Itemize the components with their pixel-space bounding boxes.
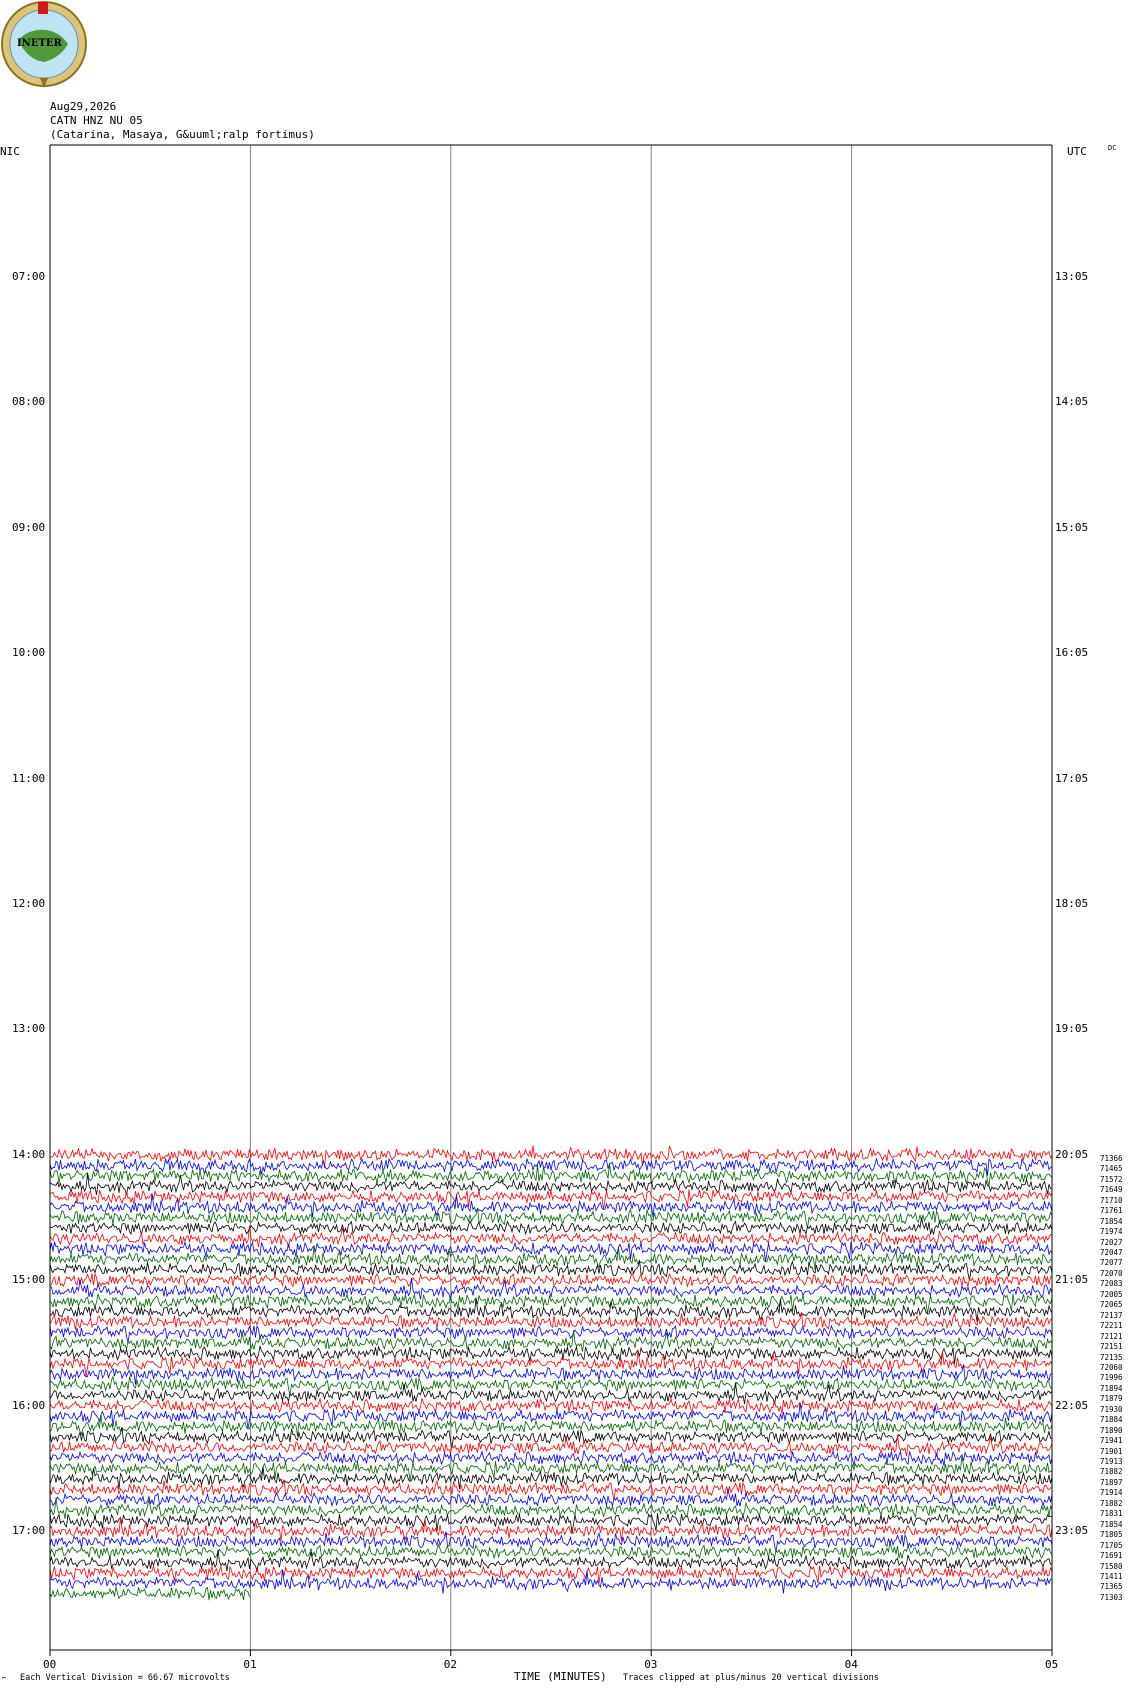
x-tick-label: 05 — [1045, 1658, 1059, 1671]
trace-count: 72137 — [1100, 1310, 1123, 1320]
trace-line-green — [49, 1414, 1053, 1437]
trace-count: 71303 — [1100, 1592, 1123, 1602]
right-hour-label: 17:05 — [1055, 771, 1089, 785]
trace-count: 71411 — [1100, 1571, 1123, 1581]
right-hour-label: 13:05 — [1055, 270, 1089, 283]
trace-count: 71882 — [1100, 1498, 1123, 1508]
trace-line-green — [49, 1163, 1053, 1186]
left-hour-label: 11:00 — [12, 771, 46, 785]
trace-count: 71882 — [1100, 1467, 1123, 1477]
trace-count: 71930 — [1100, 1404, 1123, 1414]
trace-count: 72151 — [1100, 1342, 1123, 1352]
trace-line-green — [49, 1375, 1053, 1396]
trace-line-green — [49, 1245, 1053, 1270]
trace-count: 72060 — [1100, 1362, 1123, 1372]
trace-count: 71894 — [1100, 1383, 1123, 1393]
trace-line-blue — [49, 1449, 1053, 1467]
trace-line-blue — [49, 1489, 1053, 1508]
left-hour-label: 09:00 — [12, 520, 46, 534]
trace-count: 71884 — [1100, 1415, 1123, 1425]
trace-count: 72211 — [1100, 1321, 1123, 1331]
right-hour-label: 20:05 — [1055, 1147, 1089, 1161]
trace-count: 71879 — [1100, 1394, 1123, 1404]
trace-line-green — [49, 1207, 1053, 1229]
trace-count: 71805 — [1100, 1530, 1123, 1540]
right-hour-label: 18:05 — [1055, 897, 1089, 910]
right-hour-label: 19:05 — [1055, 1022, 1089, 1036]
seismic-traces — [49, 1144, 1053, 1601]
trace-count: 72083 — [1100, 1279, 1123, 1289]
trace-count: 71580 — [1100, 1561, 1123, 1571]
trace-count: 72027 — [1100, 1237, 1123, 1247]
left-hour-label: 15:00 — [12, 1273, 46, 1287]
x-axis-label: TIME (MINUTES) — [514, 1670, 607, 1683]
trace-count: 72005 — [1100, 1289, 1123, 1299]
right-hour-label: 14:05 — [1055, 395, 1089, 409]
trace-count: 71854 — [1100, 1216, 1123, 1226]
trace-count: 71996 — [1100, 1373, 1123, 1383]
x-tick-label: 04 — [844, 1658, 858, 1671]
trace-count: 71710 — [1100, 1195, 1123, 1205]
x-tick-label: 00 — [43, 1658, 57, 1671]
left-hour-label: 13:00 — [12, 1022, 46, 1036]
x-tick-label: 01 — [243, 1658, 257, 1671]
left-hour-label: 07:00 — [12, 270, 46, 283]
right-hour-label: 22:05 — [1055, 1398, 1089, 1412]
trace-count: 71831 — [1100, 1509, 1123, 1519]
scale-note: Each Vertical Division = 66.67 microvolt… — [20, 1673, 230, 1683]
trace-count: 71691 — [1100, 1551, 1123, 1561]
right-hour-label: 16:05 — [1055, 646, 1089, 660]
trace-count: 71366 — [1100, 1153, 1123, 1163]
trace-count: 71901 — [1100, 1446, 1123, 1456]
trace-line-red — [49, 1144, 1053, 1168]
trace-count: 71365 — [1100, 1582, 1123, 1592]
trace-count: 71974 — [1100, 1227, 1123, 1237]
left-hour-label: 12:00 — [12, 897, 46, 910]
trace-line-green — [49, 1330, 1053, 1353]
trace-count: 71465 — [1100, 1164, 1123, 1174]
trace-count: 72135 — [1100, 1352, 1123, 1362]
trace-line-black — [49, 1512, 1053, 1534]
trace-count: 72077 — [1100, 1258, 1123, 1268]
trace-count: 71890 — [1100, 1425, 1123, 1435]
right-hour-label: 21:05 — [1055, 1273, 1089, 1287]
trace-line-red — [49, 1479, 1053, 1500]
trace-count: 71705 — [1100, 1540, 1123, 1550]
trace-count: 71913 — [1100, 1457, 1123, 1467]
trace-count: 71941 — [1100, 1436, 1123, 1446]
left-hour-label: 08:00 — [12, 395, 46, 409]
trace-count: 71761 — [1100, 1206, 1123, 1216]
trace-line-red — [49, 1397, 1053, 1414]
trace-count: 71649 — [1100, 1185, 1123, 1195]
trace-count: 72065 — [1100, 1300, 1123, 1310]
trace-count: 72047 — [1100, 1248, 1123, 1258]
left-hour-label: 16:00 — [12, 1398, 46, 1412]
trace-line-blue — [49, 1531, 1053, 1553]
trace-line-blue — [49, 1324, 1053, 1344]
left-hour-label: 10:00 — [12, 646, 46, 660]
helicorder-chart — [49, 144, 1053, 1656]
trace-line-green — [49, 1586, 250, 1601]
trace-line-red — [49, 1564, 1053, 1586]
trace-count: 72121 — [1100, 1331, 1123, 1341]
left-hour-label: 17:00 — [12, 1524, 46, 1537]
trace-count: 72070 — [1100, 1268, 1123, 1278]
trace-count: 71914 — [1100, 1488, 1123, 1498]
left-hour-label: 14:00 — [12, 1147, 46, 1161]
x-tick-label: 02 — [443, 1658, 458, 1671]
trace-line-red — [49, 1272, 1053, 1288]
corner-mark-icon: ⌐ — [2, 1674, 7, 1682]
trace-count: 71572 — [1100, 1174, 1123, 1184]
right-hour-label: 23:05 — [1055, 1524, 1089, 1537]
right-hour-label: 15:05 — [1055, 520, 1089, 534]
trace-count: 71897 — [1100, 1477, 1123, 1487]
trace-count: 71854 — [1100, 1519, 1123, 1529]
clip-note: Traces clipped at plus/minus 20 vertical… — [623, 1673, 879, 1683]
x-tick-label: 03 — [644, 1658, 658, 1671]
